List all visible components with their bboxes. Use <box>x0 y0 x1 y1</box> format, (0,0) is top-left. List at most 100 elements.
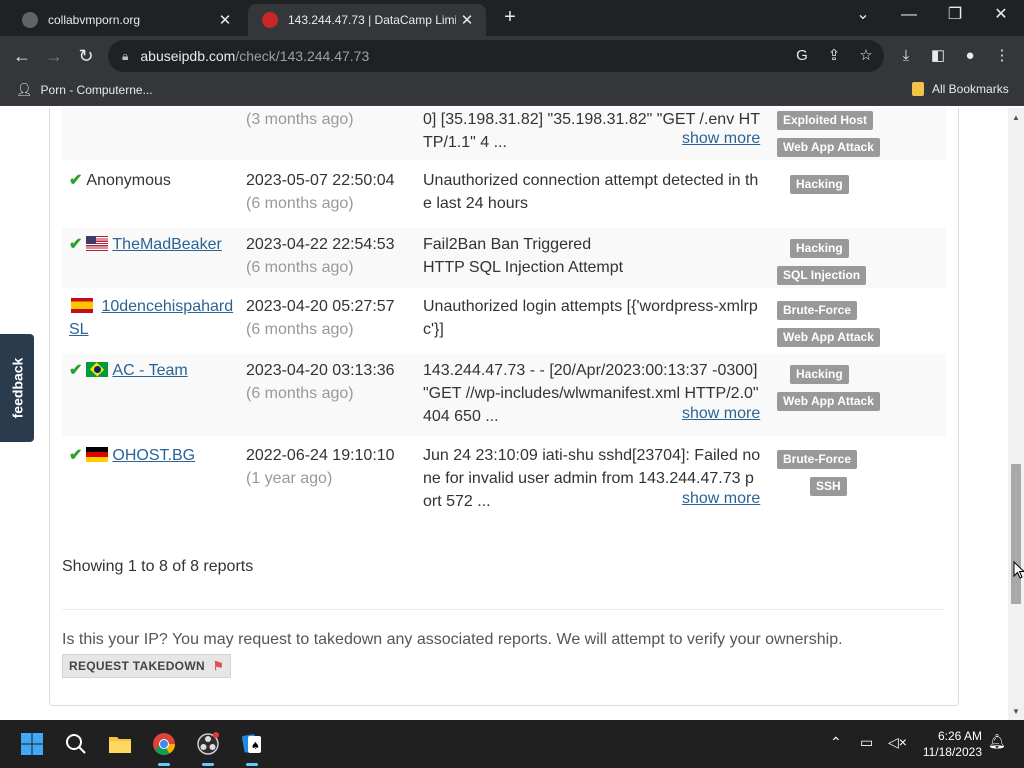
reload-button[interactable]: ↻ <box>72 42 100 70</box>
vertical-scrollbar[interactable]: ▲ ▼ <box>1008 108 1024 720</box>
tab-collabvm[interactable]: collabvmporn.org ✕ <box>8 4 244 36</box>
back-button[interactable]: ← <box>8 42 36 70</box>
report-row: ✔ AC - Team 2023-04-20 03:13:36 (6 months… <box>62 354 946 436</box>
reporter-link[interactable]: OHOST.BG <box>112 447 195 464</box>
category-badge[interactable]: Hacking <box>790 175 849 194</box>
report-ago: (6 months ago) <box>246 385 354 402</box>
close-icon[interactable]: ✕ <box>456 11 478 29</box>
url-host: abuseipdb.com <box>140 48 236 64</box>
category-badge[interactable]: Hacking <box>790 365 849 384</box>
show-more-link[interactable]: show more <box>682 405 760 423</box>
request-takedown-button[interactable]: REQUEST TAKEDOWN ⚑ <box>62 654 231 678</box>
category-badge[interactable]: Brute-Force <box>777 301 858 320</box>
verified-check-icon: ✔ <box>69 447 83 464</box>
report-timestamp: 2023-04-20 03:13:36 <box>246 362 395 379</box>
category-badge[interactable]: Brute-Force <box>777 450 858 469</box>
page-content: (3 months ago) 0] [35.198.31.82] "35.198… <box>0 108 1008 720</box>
report-comment: Unauthorized login attempts [{'wordpress… <box>423 298 758 338</box>
report-reporter: ✔ TheMadBeaker <box>69 233 237 256</box>
tab-title: collabvmporn.org <box>48 13 141 27</box>
report-ago: (6 months ago) <box>246 195 354 212</box>
menu-kebab-icon[interactable]: ⋮ <box>990 44 1014 68</box>
report-timestamp: 2022-06-24 19:10:10 <box>246 447 395 464</box>
search-icon <box>66 734 86 754</box>
report-timestamp: 2023-04-20 05:27:57 <box>246 298 395 315</box>
feedback-tab[interactable]: feedback <box>0 334 34 442</box>
report-date: 2023-04-20 03:13:36 (6 months ago) <box>246 359 416 405</box>
reporter-link[interactable]: TheMadBeaker <box>112 236 221 253</box>
show-more-link[interactable]: show more <box>682 130 760 148</box>
download-icon[interactable]: ⤓ <box>894 44 918 68</box>
scroll-thumb[interactable] <box>1011 464 1021 604</box>
clock[interactable]: 6:26 AM 11/18/2023 <box>912 728 982 760</box>
report-row: ✔ Anonymous 2023-05-07 22:50:04 (6 months… <box>62 164 946 224</box>
window-close-button[interactable]: ✕ <box>978 0 1024 34</box>
report-ago: (1 year ago) <box>246 470 333 487</box>
reporter-link[interactable]: AC - Team <box>112 362 187 379</box>
restore-button[interactable]: ❐ <box>932 0 978 34</box>
side-panel-icon[interactable]: ◧ <box>926 44 950 68</box>
report-date: (3 months ago) <box>246 108 416 131</box>
chrome-button[interactable] <box>148 728 180 766</box>
takedown-text: Is this your IP? You may request to take… <box>62 631 843 648</box>
report-categories: Brute-Force SSH <box>777 447 887 501</box>
lock-icon: 🔒︎ <box>122 48 129 63</box>
reporter-name: Anonymous <box>86 172 171 189</box>
share-icon[interactable]: ⇪ <box>822 44 846 68</box>
pagination-summary: Showing 1 to 8 of 8 reports <box>62 558 254 575</box>
report-categories: Hacking <box>790 172 900 199</box>
abuseipdb-favicon-icon <box>262 12 278 28</box>
windows-taskbar: ♠ ⌃ ▭ ◁× 6:26 AM 11/18/2023 🔔︎ <box>0 720 1024 768</box>
address-bar[interactable]: 🔒︎ abuseipdb.com/check/143.244.47.73 <box>108 40 884 72</box>
reporter-link[interactable]: 10dencehispahard SL <box>69 298 233 338</box>
show-more-link[interactable]: show more <box>682 490 760 508</box>
bookmark-item[interactable]: 👤︎ Porn - Computerne... <box>16 82 153 98</box>
browser-window: collabvmporn.org ✕ 143.244.47.73 | DataC… <box>0 0 1024 720</box>
category-badge[interactable]: Exploited Host <box>777 111 874 130</box>
start-button[interactable] <box>16 728 48 760</box>
new-tab-button[interactable]: + <box>498 6 522 30</box>
category-badge[interactable]: SSH <box>810 477 847 496</box>
minimize-button[interactable]: — <box>886 0 932 34</box>
scroll-down-arrow-icon[interactable]: ▼ <box>1008 704 1024 720</box>
report-categories: Brute-Force Web App Attack <box>777 298 887 352</box>
profile-icon[interactable]: ● <box>958 44 982 68</box>
all-bookmarks-label: All Bookmarks <box>932 82 1009 96</box>
report-row: ✔ TheMadBeaker 2023-04-22 22:54:53 (6 mon… <box>62 228 946 288</box>
windows-logo-icon <box>21 733 43 755</box>
close-icon[interactable]: ✕ <box>214 11 236 29</box>
category-badge[interactable]: Web App Attack <box>777 392 880 411</box>
report-ago: (6 months ago) <box>246 321 354 338</box>
notification-bell-icon[interactable]: 🔔︎ <box>988 733 1006 750</box>
forward-button[interactable]: → <box>40 42 68 70</box>
report-row: (3 months ago) 0] [35.198.31.82] "35.198… <box>62 108 946 160</box>
obs-icon <box>197 732 219 755</box>
report-date: 2023-04-22 22:54:53 (6 months ago) <box>246 233 416 279</box>
report-reporter: ✔ Anonymous <box>69 169 237 192</box>
cards-icon: ♠ <box>242 734 261 753</box>
globe-icon <box>22 12 38 28</box>
tab-search-chevron-icon[interactable]: ⌄ <box>840 0 886 34</box>
bookmark-star-icon[interactable]: ☆ <box>854 44 878 68</box>
show-hidden-icons-chevron-icon[interactable]: ⌃ <box>830 734 842 751</box>
network-icon[interactable]: ▭ <box>860 734 873 751</box>
report-reporter: ✔ AC - Team <box>69 359 237 382</box>
solitaire-button[interactable]: ♠ <box>236 728 268 766</box>
scroll-up-arrow-icon[interactable]: ▲ <box>1008 110 1024 126</box>
file-explorer-button[interactable] <box>104 728 136 760</box>
volume-icon[interactable]: ◁× <box>888 734 907 751</box>
report-date: 2023-04-20 05:27:57 (6 months ago) <box>246 295 416 341</box>
category-badge[interactable]: SQL Injection <box>777 266 867 285</box>
google-icon[interactable]: G <box>790 44 814 68</box>
search-button[interactable] <box>60 728 92 760</box>
category-badge[interactable]: Web App Attack <box>777 138 880 157</box>
category-badge[interactable]: Web App Attack <box>777 328 880 347</box>
tab-abuseipdb[interactable]: 143.244.47.73 | DataCamp Limited ✕ <box>248 4 486 36</box>
url-path: /check/143.244.47.73 <box>235 48 370 64</box>
all-bookmarks[interactable]: All Bookmarks <box>912 82 1009 96</box>
category-badge[interactable]: Hacking <box>790 239 849 258</box>
bookmark-label: Porn - Computerne... <box>40 83 153 97</box>
takedown-button-label: REQUEST TAKEDOWN <box>69 659 205 673</box>
obs-button[interactable] <box>192 728 224 766</box>
report-ago: (3 months ago) <box>246 111 354 128</box>
